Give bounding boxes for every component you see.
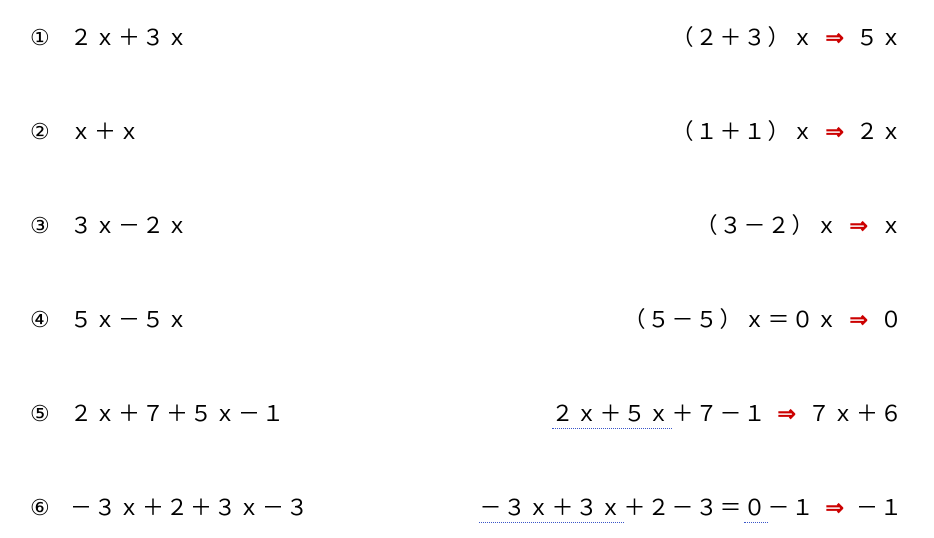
work-steps: （３－２）ｘ ⇒ ｘ: [696, 208, 904, 240]
answer: ７ｘ＋６: [808, 401, 904, 426]
problem-number: ⑤: [30, 401, 70, 427]
work-steps: （１＋１）ｘ ⇒ ２ｘ: [672, 114, 904, 146]
work-steps: （５－５）ｘ＝０ｘ ⇒ ０: [624, 302, 904, 334]
arrow-icon: ⇒: [850, 307, 870, 332]
problem-number: ④: [30, 307, 70, 333]
work-text: （１＋１）ｘ: [672, 119, 816, 144]
work-part: ＋７－１: [672, 401, 768, 426]
work-steps: （２＋３）ｘ ⇒ ５ｘ: [672, 20, 904, 52]
problem-row: ③３ｘ－２ｘ （３－２）ｘ ⇒ ｘ: [30, 208, 904, 240]
problem-row: ①２ｘ＋３ｘ （２＋３）ｘ ⇒ ５ｘ: [30, 20, 904, 52]
problem-number: ②: [30, 119, 70, 145]
work-text: （２＋３）ｘ: [672, 25, 816, 50]
problem-expression: ２ｘ＋７＋５ｘ－１: [70, 396, 286, 428]
work-part: ２ｘ＋５ｘ: [552, 401, 672, 429]
answer: ０: [880, 307, 904, 332]
work-part: －３ｘ＋３ｘ: [479, 495, 623, 523]
work-part: ０: [744, 495, 768, 523]
work-part: －１: [768, 495, 816, 520]
answer: －１: [856, 495, 904, 520]
work-part: ＋２－３＝: [624, 495, 744, 520]
work-text: （５－５）ｘ＝０ｘ: [624, 307, 840, 332]
problem-row: ④５ｘ－５ｘ （５－５）ｘ＝０ｘ ⇒ ０: [30, 302, 904, 334]
problem-expression: ３ｘ－２ｘ: [70, 208, 190, 240]
answer: ｘ: [880, 213, 904, 238]
problem-number: ①: [30, 25, 70, 51]
arrow-icon: ⇒: [778, 401, 798, 426]
problem-row: ②ｘ＋ｘ （１＋１）ｘ ⇒ ２ｘ: [30, 114, 904, 146]
work-steps: ２ｘ＋５ｘ＋７－１ ⇒ ７ｘ＋６: [552, 396, 904, 428]
arrow-icon: ⇒: [826, 119, 846, 144]
work-steps: －３ｘ＋３ｘ＋２－３＝０－１⇒－１: [479, 490, 904, 522]
answer: ５ｘ: [856, 25, 904, 50]
problem-expression: ５ｘ－５ｘ: [70, 302, 190, 334]
arrow-icon: ⇒: [826, 495, 846, 520]
problem-expression: ｘ＋ｘ: [70, 114, 142, 146]
problem-row: ⑥－３ｘ＋２＋３ｘ－３－３ｘ＋３ｘ＋２－３＝０－１⇒－１: [30, 490, 904, 522]
problem-row: ⑤２ｘ＋７＋５ｘ－１ ２ｘ＋５ｘ＋７－１ ⇒ ７ｘ＋６: [30, 396, 904, 428]
arrow-icon: ⇒: [826, 25, 846, 50]
work-text: （３－２）ｘ: [696, 213, 840, 238]
problem-number: ③: [30, 213, 70, 239]
problem-expression: ２ｘ＋３ｘ: [70, 20, 190, 52]
arrow-icon: ⇒: [850, 213, 870, 238]
answer: ２ｘ: [856, 119, 904, 144]
problem-expression: －３ｘ＋２＋３ｘ－３: [70, 490, 310, 522]
problem-number: ⑥: [30, 495, 70, 521]
